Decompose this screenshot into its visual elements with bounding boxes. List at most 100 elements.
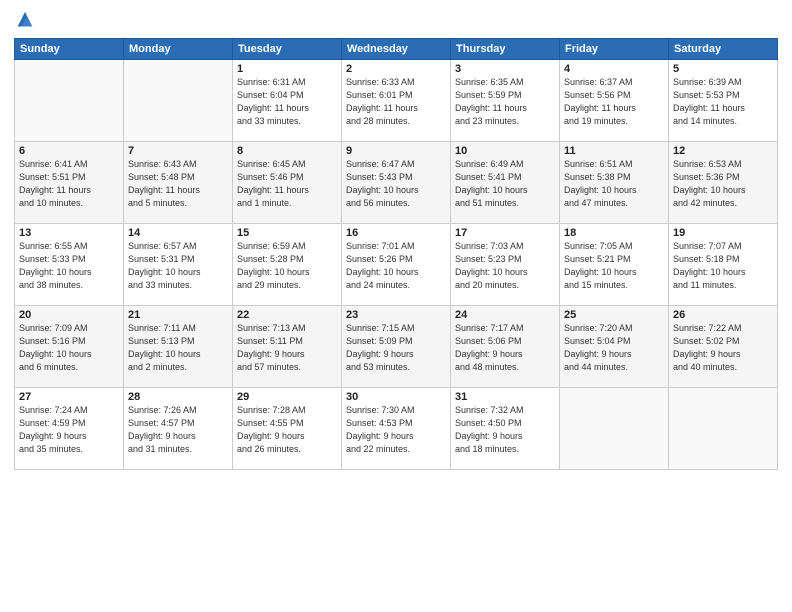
day-number: 17	[455, 227, 555, 239]
day-number: 9	[346, 145, 446, 157]
weekday-wednesday: Wednesday	[342, 39, 451, 60]
week-row-4: 20Sunrise: 7:09 AM Sunset: 5:16 PM Dayli…	[15, 306, 778, 388]
day-number: 27	[19, 391, 119, 403]
calendar-cell: 25Sunrise: 7:20 AM Sunset: 5:04 PM Dayli…	[560, 306, 669, 388]
calendar-cell: 3Sunrise: 6:35 AM Sunset: 5:59 PM Daylig…	[451, 60, 560, 142]
day-info: Sunrise: 7:03 AM Sunset: 5:23 PM Dayligh…	[455, 240, 555, 292]
calendar-cell: 29Sunrise: 7:28 AM Sunset: 4:55 PM Dayli…	[233, 388, 342, 470]
day-info: Sunrise: 7:11 AM Sunset: 5:13 PM Dayligh…	[128, 322, 228, 374]
calendar-cell: 31Sunrise: 7:32 AM Sunset: 4:50 PM Dayli…	[451, 388, 560, 470]
calendar-cell: 30Sunrise: 7:30 AM Sunset: 4:53 PM Dayli…	[342, 388, 451, 470]
day-info: Sunrise: 7:32 AM Sunset: 4:50 PM Dayligh…	[455, 404, 555, 456]
calendar-cell: 2Sunrise: 6:33 AM Sunset: 6:01 PM Daylig…	[342, 60, 451, 142]
day-number: 28	[128, 391, 228, 403]
day-number: 5	[673, 63, 773, 75]
day-info: Sunrise: 6:51 AM Sunset: 5:38 PM Dayligh…	[564, 158, 664, 210]
day-number: 3	[455, 63, 555, 75]
day-info: Sunrise: 6:39 AM Sunset: 5:53 PM Dayligh…	[673, 76, 773, 128]
day-info: Sunrise: 7:28 AM Sunset: 4:55 PM Dayligh…	[237, 404, 337, 456]
calendar-cell: 21Sunrise: 7:11 AM Sunset: 5:13 PM Dayli…	[124, 306, 233, 388]
day-info: Sunrise: 7:17 AM Sunset: 5:06 PM Dayligh…	[455, 322, 555, 374]
calendar-cell: 7Sunrise: 6:43 AM Sunset: 5:48 PM Daylig…	[124, 142, 233, 224]
week-row-2: 6Sunrise: 6:41 AM Sunset: 5:51 PM Daylig…	[15, 142, 778, 224]
day-number: 25	[564, 309, 664, 321]
day-info: Sunrise: 6:35 AM Sunset: 5:59 PM Dayligh…	[455, 76, 555, 128]
day-number: 6	[19, 145, 119, 157]
calendar-cell	[15, 60, 124, 142]
header	[14, 10, 778, 32]
calendar-cell: 28Sunrise: 7:26 AM Sunset: 4:57 PM Dayli…	[124, 388, 233, 470]
weekday-thursday: Thursday	[451, 39, 560, 60]
day-number: 8	[237, 145, 337, 157]
day-info: Sunrise: 6:45 AM Sunset: 5:46 PM Dayligh…	[237, 158, 337, 210]
day-info: Sunrise: 7:30 AM Sunset: 4:53 PM Dayligh…	[346, 404, 446, 456]
day-info: Sunrise: 6:37 AM Sunset: 5:56 PM Dayligh…	[564, 76, 664, 128]
day-number: 20	[19, 309, 119, 321]
day-info: Sunrise: 7:01 AM Sunset: 5:26 PM Dayligh…	[346, 240, 446, 292]
calendar-cell: 23Sunrise: 7:15 AM Sunset: 5:09 PM Dayli…	[342, 306, 451, 388]
day-info: Sunrise: 7:20 AM Sunset: 5:04 PM Dayligh…	[564, 322, 664, 374]
day-number: 15	[237, 227, 337, 239]
day-number: 14	[128, 227, 228, 239]
calendar-cell: 22Sunrise: 7:13 AM Sunset: 5:11 PM Dayli…	[233, 306, 342, 388]
day-number: 11	[564, 145, 664, 157]
calendar-cell: 10Sunrise: 6:49 AM Sunset: 5:41 PM Dayli…	[451, 142, 560, 224]
weekday-saturday: Saturday	[669, 39, 778, 60]
day-number: 18	[564, 227, 664, 239]
day-info: Sunrise: 7:26 AM Sunset: 4:57 PM Dayligh…	[128, 404, 228, 456]
calendar-cell: 15Sunrise: 6:59 AM Sunset: 5:28 PM Dayli…	[233, 224, 342, 306]
day-info: Sunrise: 6:59 AM Sunset: 5:28 PM Dayligh…	[237, 240, 337, 292]
day-number: 16	[346, 227, 446, 239]
logo	[14, 10, 38, 32]
calendar-table: SundayMondayTuesdayWednesdayThursdayFrid…	[14, 38, 778, 470]
day-info: Sunrise: 6:41 AM Sunset: 5:51 PM Dayligh…	[19, 158, 119, 210]
day-info: Sunrise: 7:07 AM Sunset: 5:18 PM Dayligh…	[673, 240, 773, 292]
day-info: Sunrise: 6:49 AM Sunset: 5:41 PM Dayligh…	[455, 158, 555, 210]
weekday-sunday: Sunday	[15, 39, 124, 60]
calendar-cell: 14Sunrise: 6:57 AM Sunset: 5:31 PM Dayli…	[124, 224, 233, 306]
calendar-cell	[669, 388, 778, 470]
calendar-cell: 9Sunrise: 6:47 AM Sunset: 5:43 PM Daylig…	[342, 142, 451, 224]
logo-icon	[14, 10, 36, 32]
calendar-cell: 1Sunrise: 6:31 AM Sunset: 6:04 PM Daylig…	[233, 60, 342, 142]
day-number: 22	[237, 309, 337, 321]
day-number: 24	[455, 309, 555, 321]
day-info: Sunrise: 7:24 AM Sunset: 4:59 PM Dayligh…	[19, 404, 119, 456]
calendar-cell: 11Sunrise: 6:51 AM Sunset: 5:38 PM Dayli…	[560, 142, 669, 224]
day-info: Sunrise: 6:33 AM Sunset: 6:01 PM Dayligh…	[346, 76, 446, 128]
week-row-1: 1Sunrise: 6:31 AM Sunset: 6:04 PM Daylig…	[15, 60, 778, 142]
day-number: 2	[346, 63, 446, 75]
day-info: Sunrise: 6:57 AM Sunset: 5:31 PM Dayligh…	[128, 240, 228, 292]
day-info: Sunrise: 6:31 AM Sunset: 6:04 PM Dayligh…	[237, 76, 337, 128]
day-info: Sunrise: 7:05 AM Sunset: 5:21 PM Dayligh…	[564, 240, 664, 292]
weekday-friday: Friday	[560, 39, 669, 60]
day-number: 31	[455, 391, 555, 403]
calendar-cell: 20Sunrise: 7:09 AM Sunset: 5:16 PM Dayli…	[15, 306, 124, 388]
calendar-cell: 5Sunrise: 6:39 AM Sunset: 5:53 PM Daylig…	[669, 60, 778, 142]
day-number: 21	[128, 309, 228, 321]
weekday-tuesday: Tuesday	[233, 39, 342, 60]
calendar-cell: 16Sunrise: 7:01 AM Sunset: 5:26 PM Dayli…	[342, 224, 451, 306]
week-row-3: 13Sunrise: 6:55 AM Sunset: 5:33 PM Dayli…	[15, 224, 778, 306]
week-row-5: 27Sunrise: 7:24 AM Sunset: 4:59 PM Dayli…	[15, 388, 778, 470]
calendar-cell: 24Sunrise: 7:17 AM Sunset: 5:06 PM Dayli…	[451, 306, 560, 388]
calendar-cell: 17Sunrise: 7:03 AM Sunset: 5:23 PM Dayli…	[451, 224, 560, 306]
day-number: 26	[673, 309, 773, 321]
weekday-monday: Monday	[124, 39, 233, 60]
day-info: Sunrise: 7:09 AM Sunset: 5:16 PM Dayligh…	[19, 322, 119, 374]
day-info: Sunrise: 6:43 AM Sunset: 5:48 PM Dayligh…	[128, 158, 228, 210]
calendar-cell: 4Sunrise: 6:37 AM Sunset: 5:56 PM Daylig…	[560, 60, 669, 142]
day-number: 7	[128, 145, 228, 157]
calendar-cell: 19Sunrise: 7:07 AM Sunset: 5:18 PM Dayli…	[669, 224, 778, 306]
day-number: 4	[564, 63, 664, 75]
calendar-cell: 18Sunrise: 7:05 AM Sunset: 5:21 PM Dayli…	[560, 224, 669, 306]
day-number: 23	[346, 309, 446, 321]
calendar-cell: 26Sunrise: 7:22 AM Sunset: 5:02 PM Dayli…	[669, 306, 778, 388]
day-number: 13	[19, 227, 119, 239]
day-number: 19	[673, 227, 773, 239]
day-info: Sunrise: 7:15 AM Sunset: 5:09 PM Dayligh…	[346, 322, 446, 374]
page: SundayMondayTuesdayWednesdayThursdayFrid…	[0, 0, 792, 612]
day-number: 12	[673, 145, 773, 157]
calendar-cell: 13Sunrise: 6:55 AM Sunset: 5:33 PM Dayli…	[15, 224, 124, 306]
day-number: 30	[346, 391, 446, 403]
